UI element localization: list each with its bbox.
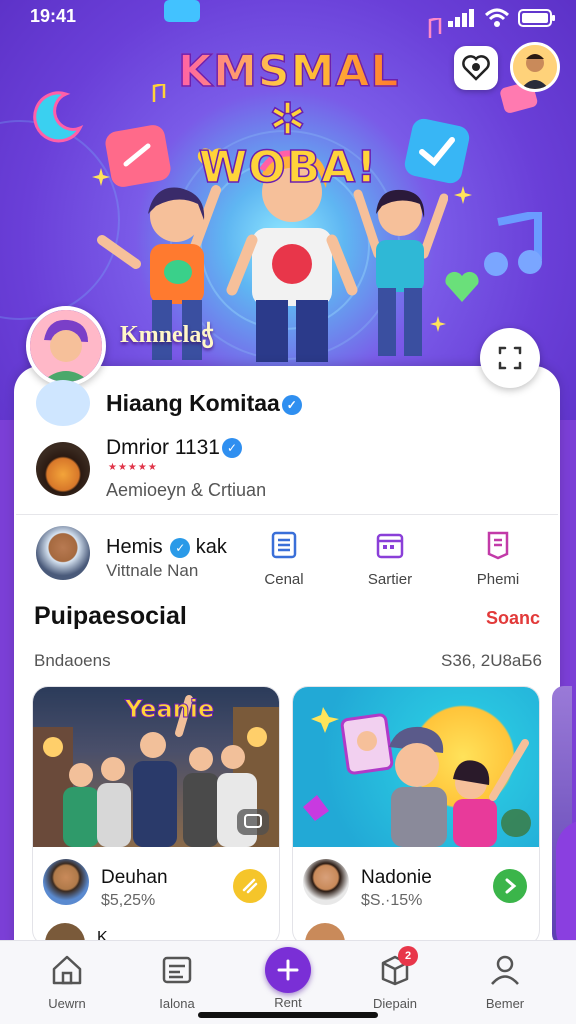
nav-gallery[interactable]: Ialona (132, 953, 222, 1011)
hero-title-word: WOBA! (198, 142, 378, 193)
creator-name: Hemis ✓ kak (106, 536, 227, 559)
card-name: Nadonie (361, 867, 432, 888)
avatar-portrait (513, 45, 557, 89)
featured-title: Dmrior 1131 ✓ (106, 436, 242, 460)
status-icons (448, 8, 556, 28)
card-action-button[interactable] (493, 869, 527, 903)
creator-name-text: Hemis (106, 536, 163, 558)
notification-badge: 2 (398, 946, 418, 966)
content-card-image (293, 687, 539, 847)
hero-caption: Kmnelaჭ (120, 322, 214, 348)
signal-icon (448, 9, 474, 27)
card-price: $S.·15% (361, 892, 423, 909)
nav-label: Uewrn (48, 996, 86, 1011)
verified-icon: ✓ (221, 438, 242, 459)
character-girl-right (353, 189, 448, 356)
play-icon (505, 878, 517, 894)
profile-avatar[interactable] (26, 306, 106, 386)
verified-icon: ✓ (281, 394, 302, 415)
gallery-icon (162, 956, 192, 984)
scan-icon (498, 346, 522, 370)
section-subtitle: Bndaoens (34, 651, 111, 670)
creator-avatar[interactable] (36, 526, 90, 580)
edge-accent (556, 820, 576, 960)
card-price: $5,25% (101, 892, 156, 909)
nav-label: Bemer (485, 996, 525, 1011)
document-icon (487, 531, 509, 560)
hero-title-glyph: ✲ (268, 94, 307, 145)
news-icon (271, 531, 297, 559)
nav-label: Diepain (372, 996, 418, 1011)
nav-profile[interactable]: Bemer (460, 953, 550, 1011)
nav-home[interactable]: Uewrn (22, 953, 112, 1011)
nav-inbox[interactable]: Diepain (350, 953, 440, 1011)
heart-search-icon (462, 55, 490, 81)
content-card[interactable]: Yeanie Deuhan $5,25% K... (32, 686, 280, 946)
ticket-icon (242, 878, 258, 894)
wifi-icon (484, 8, 510, 27)
quick-action-label: Sartier (367, 571, 413, 588)
section-see-all-link[interactable]: Soanc (486, 608, 540, 629)
hero-title-line1: KMSMAL (177, 46, 400, 97)
quick-action-news[interactable]: Cenal (244, 530, 324, 588)
profile-icon (491, 955, 519, 985)
featured-title-text: Dmrior 1131 (106, 436, 220, 459)
profile-avatar-portrait (30, 310, 102, 382)
divider (16, 514, 558, 515)
featured-avatar[interactable] (36, 442, 90, 496)
status-bar: 19:41 (0, 0, 576, 34)
sparkle-icon (454, 186, 472, 204)
profile-name-text: Hiaang Komitaa (106, 390, 280, 416)
hero-title: KMSMAL ✲ WOBA! (177, 46, 400, 193)
quick-action-label: Cenal (264, 571, 304, 588)
card-art-text: Yeanie (124, 695, 215, 724)
plus-icon (277, 959, 299, 981)
user-avatar[interactable] (510, 42, 560, 92)
music-note-icon (484, 212, 542, 276)
verified-icon: ✓ (170, 537, 191, 558)
hero-title-line2: ✲ WOBA! (178, 94, 398, 193)
favorite-button[interactable] (454, 46, 498, 90)
calendar-icon (376, 533, 404, 559)
quick-action-label: Phemi (476, 571, 520, 588)
creator-subtitle: Vittnale Nan (106, 561, 199, 580)
status-time: 19:41 (30, 6, 77, 26)
home-indicator (198, 1012, 378, 1018)
heart-icon (445, 271, 479, 302)
featured-subtitle: Aemioeyn & Crtiuan (106, 480, 267, 500)
creator-name-suffix: kak (195, 536, 227, 558)
battery-icon (518, 9, 555, 27)
nav-label: Rent (274, 995, 302, 1010)
rating-stars: ★★★★★ (108, 462, 158, 473)
card-creator-avatar (303, 859, 349, 905)
scan-button[interactable] (480, 328, 540, 388)
quick-action-calendar[interactable]: Sartier (350, 530, 430, 588)
card-name: Deuhan (101, 867, 168, 888)
moon-icon (33, 91, 84, 143)
section-title: Puipaesocial (34, 602, 187, 630)
card-creator-avatar (43, 859, 89, 905)
quick-action-document[interactable]: Phemi (458, 530, 538, 588)
content-card-image: Yeanie (33, 687, 279, 847)
nav-label: Ialona (159, 996, 195, 1011)
kids-photo (303, 707, 531, 847)
check-tile-icon (404, 118, 470, 184)
home-icon (52, 955, 82, 985)
content-card[interactable]: Nadonie $S.·15% ... (292, 686, 540, 946)
nav-create-button[interactable] (265, 947, 311, 993)
balloon-decoration (36, 380, 90, 426)
profile-name: Hiaang Komitaa ✓ (106, 390, 302, 417)
section-meta: S36, 2U8aБ6 (441, 651, 542, 670)
card-action-button[interactable] (233, 869, 267, 903)
music-note-icon (152, 84, 166, 102)
